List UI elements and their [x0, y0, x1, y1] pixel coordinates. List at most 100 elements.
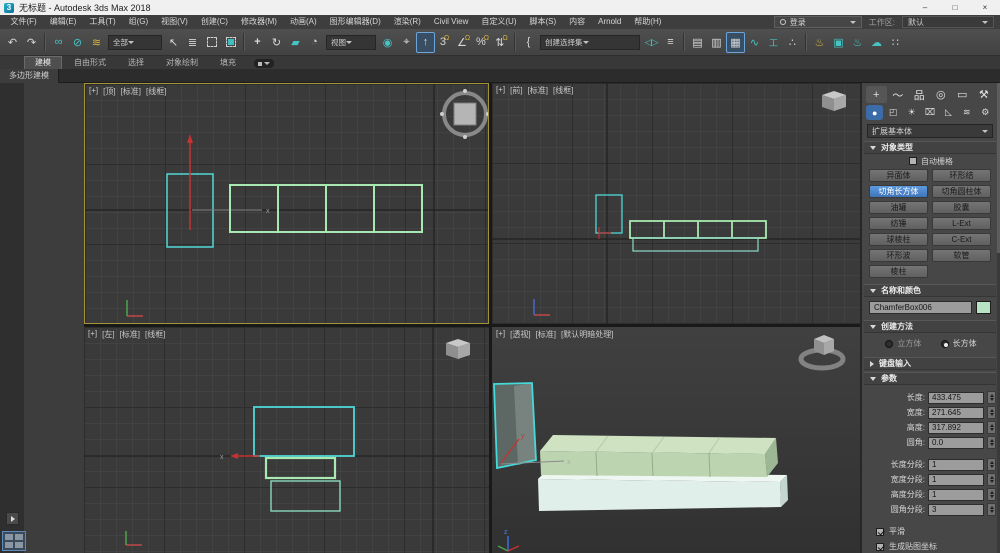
autogrid-checkbox[interactable]	[909, 157, 917, 165]
workspace-dropdown[interactable]: 默认	[902, 16, 994, 28]
material-editor-icon[interactable]: ∴	[783, 32, 802, 53]
viewport-name-menu[interactable]: [左]	[102, 329, 114, 340]
workspaces-icon[interactable]: ∷	[886, 32, 905, 53]
ribbon-tab-object-paint[interactable]: 对象绘制	[156, 57, 208, 69]
object-color-swatch[interactable]	[976, 301, 991, 314]
spacewarps-category[interactable]: ≋	[958, 105, 975, 120]
schematic-view-icon[interactable]: 工	[764, 32, 783, 53]
viewport-menu-button[interactable]: [+]	[496, 85, 505, 96]
wireframe-chamferbox-row-top-view[interactable]	[230, 185, 422, 232]
viewport-shading-menu[interactable]: [线框]	[553, 85, 573, 96]
mirror-icon[interactable]: ◁▷	[642, 32, 661, 53]
select-and-link-icon[interactable]: ∞	[49, 32, 68, 53]
modify-tab[interactable]: 〜	[888, 86, 909, 103]
rollout-creation-method[interactable]: 创建方法	[864, 320, 996, 333]
menu-rendering[interactable]: 渲染(R)	[387, 15, 427, 29]
viewcube[interactable]	[440, 89, 489, 139]
snap-toggle-3d-icon[interactable]: 3 Ω	[435, 32, 454, 53]
rollout-name-and-color[interactable]: 名称和颜色	[864, 284, 996, 297]
angle-snap-icon[interactable]: ∠ Ω	[454, 32, 473, 53]
render-setup-icon[interactable]: ♨	[810, 32, 829, 53]
button-l-ext[interactable]: L-Ext	[932, 217, 991, 230]
viewport-layout-flyout-button[interactable]	[6, 512, 19, 525]
motion-tab[interactable]: ◎	[931, 86, 952, 103]
menu-help[interactable]: 帮助(H)	[628, 15, 668, 29]
button-chamfer-cylinder[interactable]: 切角圆柱体	[932, 185, 991, 198]
button-prism[interactable]: 棱柱	[869, 265, 928, 278]
chamferbox-row-3d[interactable]	[540, 435, 778, 477]
radio-cube[interactable]: 立方体	[885, 338, 921, 349]
helpers-category[interactable]: ◺	[940, 105, 957, 120]
button-c-ext[interactable]: C-Ext	[932, 233, 991, 246]
render-production-icon[interactable]: ♨	[848, 32, 867, 53]
rollout-parameters[interactable]: 参数	[864, 372, 996, 385]
select-and-move-icon[interactable]: +	[248, 32, 267, 53]
viewport-name-menu[interactable]: [顶]	[103, 86, 115, 97]
menu-create[interactable]: 创建(C)	[194, 15, 234, 29]
rectangular-selection-region-icon[interactable]	[202, 32, 221, 53]
rollout-keyboard-entry[interactable]: 键盘输入	[864, 357, 996, 370]
maximize-button[interactable]: □	[940, 0, 970, 15]
menu-graph-editors[interactable]: 图形编辑器(D)	[323, 15, 387, 29]
wireframe-panel-left-view[interactable]	[254, 407, 354, 456]
select-and-scale-icon[interactable]: ▰	[286, 32, 305, 53]
wireframe-base-left-view[interactable]	[271, 481, 340, 511]
fillet-segs-input[interactable]: 3	[928, 504, 984, 516]
unlink-selection-icon[interactable]: ⊘	[68, 32, 87, 53]
layer-explorer-icon[interactable]: ▤	[688, 32, 707, 53]
geometry-category[interactable]: ●	[866, 105, 883, 120]
select-by-name-icon[interactable]: ≣	[183, 32, 202, 53]
selected-panel-3d[interactable]	[494, 383, 536, 468]
smooth-checkbox[interactable]	[876, 528, 884, 536]
wireframe-panel-front-view[interactable]	[596, 195, 622, 233]
spinner-control[interactable]	[987, 458, 996, 471]
create-tab[interactable]: +	[866, 86, 887, 103]
spinner-control[interactable]	[987, 436, 996, 449]
button-capsule[interactable]: 胶囊	[932, 201, 991, 214]
ribbon-tab-freeform[interactable]: 自由形式	[64, 57, 116, 69]
generate-mapping-coords-checkbox[interactable]	[876, 543, 884, 551]
spinner-control[interactable]	[987, 473, 996, 486]
rollout-object-type[interactable]: 对象类型	[864, 141, 996, 154]
edit-named-selection-sets-icon[interactable]: {	[519, 32, 538, 53]
menu-scripting[interactable]: 脚本(S)	[523, 15, 563, 29]
button-spindle[interactable]: 纺锤	[869, 217, 928, 230]
lights-category[interactable]: ☀	[903, 105, 920, 120]
viewport-perspective[interactable]: [+] [透视] [标准] [默认明暗处理]	[492, 327, 860, 553]
menu-modifiers[interactable]: 修改器(M)	[234, 15, 283, 29]
use-pivot-point-icon[interactable]: ◉	[378, 32, 397, 53]
cameras-category[interactable]: ⌧	[921, 105, 938, 120]
systems-category[interactable]: ⚙	[977, 105, 994, 120]
viewport-shading-menu[interactable]: [线框]	[146, 86, 166, 97]
length-segs-input[interactable]: 1	[928, 459, 984, 471]
menu-tools[interactable]: 工具(T)	[83, 15, 122, 29]
ribbon-tab-selection[interactable]: 选择	[118, 57, 154, 69]
polygon-modeling-panel[interactable]: 多边形建模	[0, 69, 59, 83]
undo-icon[interactable]: ↶	[3, 32, 22, 53]
viewcube-mini[interactable]	[822, 91, 846, 111]
menu-customize[interactable]: 自定义(U)	[475, 15, 523, 29]
percent-snap-icon[interactable]: % Ω	[473, 32, 492, 53]
viewport-standard-menu[interactable]: [标准]	[528, 85, 548, 96]
display-tab[interactable]: ▭	[952, 86, 973, 103]
keyboard-override-icon[interactable]: ↑	[416, 32, 435, 53]
spinner-control[interactable]	[987, 421, 996, 434]
viewport-left[interactable]: [+] [左] [标准] [线框] x	[84, 327, 489, 553]
select-and-manipulate-icon[interactable]: ⌖	[397, 32, 416, 53]
height-segs-input[interactable]: 1	[928, 489, 984, 501]
spinner-control[interactable]	[987, 391, 996, 404]
render-in-cloud-icon[interactable]: ☁	[867, 32, 886, 53]
ribbon-minimize-button[interactable]	[254, 59, 274, 68]
viewport-standard-menu[interactable]: [标准]	[121, 86, 141, 97]
spinner-snap-icon[interactable]: ⇅ Ω	[492, 32, 511, 53]
viewport-menu-button[interactable]: [+]	[88, 329, 97, 340]
menu-arnold[interactable]: Arnold	[592, 15, 628, 29]
button-chamfer-box[interactable]: 切角长方体	[869, 185, 928, 198]
viewport-name-menu[interactable]: [透视]	[510, 329, 530, 340]
menu-content[interactable]: 内容	[563, 15, 592, 29]
button-hose[interactable]: 软管	[932, 249, 991, 262]
geometry-category-dropdown[interactable]: 扩展基本体	[867, 124, 993, 138]
named-selection-set-dropdown[interactable]: 创建选择集	[540, 35, 640, 50]
viewport-standard-menu[interactable]: [标准]	[120, 329, 140, 340]
layer-manager-icon[interactable]: ▥	[707, 32, 726, 53]
